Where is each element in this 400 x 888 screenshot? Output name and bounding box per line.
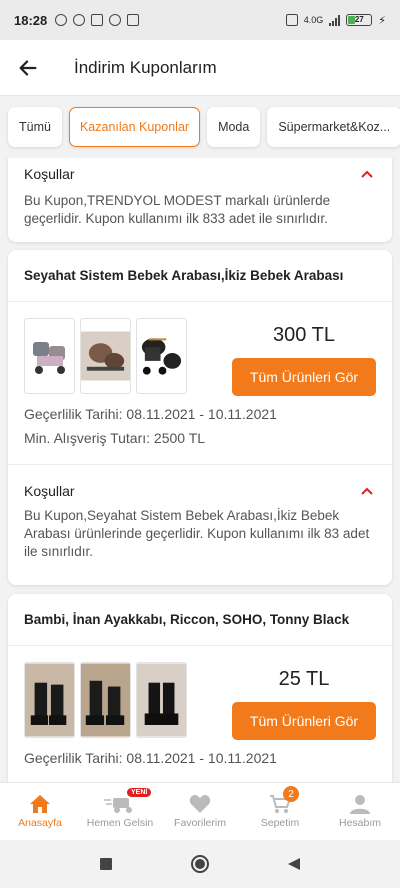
conditions-title: Koşullar	[24, 166, 75, 182]
coupon-products: 25 TL Tüm Ürünleri Gör	[8, 646, 392, 746]
conditions-text: Bu Kupon,TRENDYOL MODEST markalı ürünler…	[24, 193, 331, 226]
coupon-title: Seyahat Sistem Bebek Arabası,İkiz Bebek …	[8, 250, 392, 302]
stroller-image	[141, 338, 182, 375]
view-all-products-button[interactable]: Tüm Ürünleri Gör	[232, 358, 376, 396]
charging-icon: ⚡	[378, 14, 386, 27]
coupon-list[interactable]: Koşullar Bu Kupon,TRENDYOL MODEST markal…	[0, 158, 400, 782]
nav-cart-label: Sepetim	[260, 817, 300, 829]
network-type: 4.0G	[303, 15, 324, 25]
home-system-button[interactable]	[188, 852, 212, 876]
square-icon	[100, 858, 112, 870]
nav-account[interactable]: Hesabım	[320, 783, 400, 840]
bottom-navigation: Anasayfa YENİ Hemen Gelsin Favorilerim 2…	[0, 782, 400, 840]
battery-icon: 27	[346, 14, 373, 26]
boots-image	[137, 663, 186, 737]
signal-icon	[329, 14, 341, 26]
tiktok-icon	[91, 14, 104, 26]
stroller-image	[32, 342, 65, 374]
collapse-conditions-button[interactable]	[358, 482, 376, 500]
nav-cart[interactable]: 2 Sepetim	[240, 783, 320, 840]
user-icon	[350, 795, 370, 814]
nav-account-label: Hesabım	[338, 817, 381, 829]
tab-supermarket[interactable]: Süpermarket&Koz...	[267, 107, 400, 147]
product-thumbnail[interactable]	[136, 318, 187, 394]
stroller-image	[81, 331, 130, 381]
tab-earned-coupons[interactable]: Kazanılan Kuponlar	[68, 107, 201, 147]
chevron-up-icon	[361, 170, 373, 178]
coupon-products: 300 TL Tüm Ürünleri Gör	[8, 302, 392, 402]
heart-icon	[189, 795, 211, 813]
nav-quick-delivery[interactable]: YENİ Hemen Gelsin	[80, 783, 160, 840]
view-all-products-button[interactable]: Tüm Ürünleri Gör	[232, 702, 376, 740]
coupon-card: Koşullar Bu Kupon,TRENDYOL MODEST markal…	[8, 158, 392, 242]
product-thumbnail[interactable]	[24, 318, 75, 394]
new-badge: YENİ	[127, 788, 152, 797]
validity-date: Geçerlilik Tarihi: 08.11.2021 - 10.11.20…	[24, 406, 277, 422]
back-button[interactable]	[0, 40, 56, 96]
delivery-icon	[104, 798, 132, 813]
sync-icon	[55, 14, 68, 26]
notification-icons	[55, 14, 140, 26]
validity-date: Geçerlilik Tarihi: 08.11.2021 - 10.11.20…	[24, 750, 277, 766]
recents-button[interactable]	[94, 852, 118, 876]
conditions-text: Bu Kupon,Seyahat Sistem Bebek Arabası,İk…	[24, 508, 370, 559]
cart-count-badge: 2	[283, 786, 299, 802]
triangle-left-icon	[288, 858, 300, 870]
alarm-icon	[73, 14, 86, 26]
arrow-left-icon	[19, 59, 37, 76]
nav-favorites[interactable]: Favorilerim	[160, 783, 240, 840]
coupon-amount: 25 TL	[278, 668, 330, 690]
product-thumbnail[interactable]	[80, 318, 131, 394]
status-bar: 18:28 4.0G 27 ⚡	[0, 0, 400, 40]
nav-quick-delivery-label: Hemen Gelsin	[86, 817, 154, 829]
chevron-up-icon	[361, 487, 373, 495]
coupon-card: Seyahat Sistem Bebek Arabası,İkiz Bebek …	[8, 250, 392, 585]
nav-favorites-label: Favorilerim	[174, 817, 226, 829]
home-icon	[30, 795, 50, 813]
back-system-button[interactable]	[282, 852, 306, 876]
system-navigation-bar	[0, 840, 400, 888]
play-icon	[127, 14, 140, 26]
app-header: İndirim Kuponlarım	[0, 40, 400, 96]
product-thumbnail[interactable]	[80, 662, 131, 738]
page-title: İndirim Kuponlarım	[74, 57, 217, 77]
collapse-conditions-button[interactable]	[358, 165, 376, 183]
tab-fashion[interactable]: Moda	[207, 107, 261, 147]
product-thumbnail[interactable]	[24, 662, 75, 738]
nfc-icon	[285, 14, 298, 26]
coupon-title: Bambi, İnan Ayakkabı, Riccon, SOHO, Tonn…	[8, 594, 392, 646]
boots-image	[81, 663, 130, 737]
circle-icon	[191, 855, 209, 873]
whatsapp-icon	[109, 14, 122, 26]
product-thumbnail[interactable]	[136, 662, 187, 738]
status-time: 18:28	[14, 12, 48, 28]
tab-all[interactable]: Tümü	[8, 107, 62, 147]
nav-home-label: Anasayfa	[18, 817, 62, 829]
filter-tabs: Tümü Kazanılan Kuponlar Moda Süpermarket…	[0, 96, 400, 158]
boots-image	[25, 663, 74, 737]
min-purchase-amount: Min. Alışveriş Tutarı: 2500 TL	[24, 430, 206, 446]
coupon-card: Bambi, İnan Ayakkabı, Riccon, SOHO, Tonn…	[8, 594, 392, 782]
battery-level: 27	[354, 15, 364, 24]
nav-home[interactable]: Anasayfa	[0, 783, 80, 840]
coupon-amount: 300 TL	[273, 324, 335, 346]
conditions-title: Koşullar	[24, 483, 75, 499]
